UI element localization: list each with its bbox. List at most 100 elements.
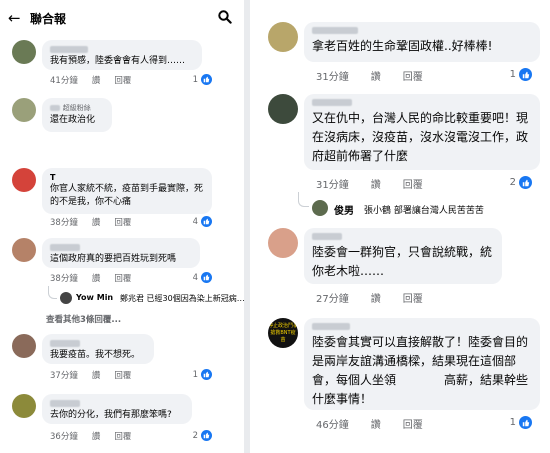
reaction-number: 1 <box>192 369 198 380</box>
reply-button[interactable]: 回覆 <box>114 216 131 228</box>
reply-author: Yow Min <box>76 293 114 302</box>
reaction-count[interactable]: 1 <box>510 416 532 429</box>
reply-button[interactable]: 回覆 <box>114 369 131 381</box>
thumbs-up-icon <box>519 416 532 429</box>
fan-badge: 超級粉絲 <box>62 104 91 112</box>
like-button[interactable]: 讚 <box>371 68 381 83</box>
comment-item: 超級粉絲 還在政治化 <box>6 98 242 142</box>
arrow-left-icon[interactable]: ← <box>8 9 24 27</box>
comment-author[interactable] <box>312 232 494 243</box>
comment-author[interactable] <box>50 338 146 349</box>
reply-button[interactable]: 回覆 <box>114 430 131 442</box>
reaction-count[interactable]: 1 <box>193 74 212 85</box>
comment-item: T 你官人家統不統，疫苗到手最實際，死的不是我，你不心痛 38分鐘 讚 回覆 4 <box>6 168 242 228</box>
thumbs-up-icon <box>519 176 532 189</box>
comment-actions: 36分鐘 讚 回覆 <box>50 430 131 442</box>
like-button[interactable]: 讚 <box>92 369 101 381</box>
comment-actions: 38分鐘 讚 回覆 <box>50 272 131 284</box>
comment-author[interactable] <box>50 242 192 253</box>
comment-bubble: 我要疫苗。我不想死。 <box>42 334 154 364</box>
view-more-replies-link[interactable]: 查看其他3條回覆... <box>46 313 121 325</box>
reply-button[interactable]: 回覆 <box>403 416 423 431</box>
reaction-count[interactable]: 1 <box>193 369 212 380</box>
thumbs-up-icon <box>201 272 212 283</box>
reaction-count[interactable]: 1 <box>510 68 532 81</box>
comment-text: 我有預感，陸委會會有人得到…… <box>50 56 186 66</box>
top-bar: ← 聯合報 <box>0 0 244 36</box>
reply-button[interactable]: 回覆 <box>114 74 131 86</box>
avatar[interactable] <box>268 228 298 258</box>
reply-button[interactable]: 回覆 <box>114 272 131 284</box>
avatar <box>312 200 328 216</box>
avatar[interactable] <box>12 238 36 262</box>
comment-item: 去你的分化，我們有那麼笨嗎? 36分鐘 讚 回覆 2 <box>6 394 242 444</box>
comment-item: 停止政治鬥爭 搶救BNT疫苗 陸委會其實可以直接解散了！陸委會目的是兩岸友誼溝通… <box>256 318 546 434</box>
like-button[interactable]: 讚 <box>92 216 101 228</box>
right-screenshot: 拿老百姓的生命鞏固政權..好棒棒! 31分鐘 讚 回覆 1 又在仇中，台灣人民的… <box>250 0 550 453</box>
comment-actions: 31分鐘 讚 回覆 <box>316 176 423 191</box>
comment-time: 31分鐘 <box>316 72 349 83</box>
comment-item: 我要疫苗。我不想死。 37分鐘 讚 回覆 1 <box>6 334 242 381</box>
thumbs-up-icon <box>201 74 212 85</box>
reaction-number: 4 <box>192 216 198 227</box>
comment-author[interactable] <box>312 98 532 109</box>
comment-author[interactable]: T <box>50 172 204 183</box>
like-button[interactable]: 讚 <box>371 290 381 305</box>
comment-time: 31分鐘 <box>316 180 349 191</box>
comment-time: 36分鐘 <box>50 432 78 442</box>
reply-preview[interactable]: 俊男 張小鶴 部署讓台灣人民苦苦苦 <box>298 192 548 218</box>
reaction-number: 2 <box>509 177 516 188</box>
comment-bubble: 超級粉絲 還在政治化 <box>42 98 112 132</box>
comment-actions: 38分鐘 讚 回覆 <box>50 216 131 228</box>
comment-bubble: 我有預感，陸委會會有人得到…… <box>42 40 202 70</box>
search-icon[interactable] <box>218 10 232 24</box>
comment-time: 27分鐘 <box>316 294 349 305</box>
left-screenshot: ← 聯合報 我有預感，陸委會會有人得到…… 41分鐘 讚 回覆 1 超級粉絲 還… <box>0 0 244 453</box>
avatar[interactable] <box>12 168 36 192</box>
avatar[interactable] <box>268 94 298 124</box>
comment-actions: 46分鐘 讚 回覆 <box>316 416 423 431</box>
comment-author[interactable] <box>312 26 532 37</box>
avatar[interactable] <box>268 22 298 52</box>
reply-button[interactable]: 回覆 <box>403 68 423 83</box>
comment-bubble: 陸委會一群狗官，只會說統戰，統你老木啦…… <box>304 228 502 284</box>
comment-item: 陸委會一群狗官，只會說統戰，統你老木啦…… 27分鐘 讚 回覆 <box>256 228 546 310</box>
comment-text: 你官人家統不統，疫苗到手最實際，死的不是我，你不心痛 <box>50 184 204 207</box>
like-button[interactable]: 讚 <box>92 430 101 442</box>
reply-preview[interactable]: Yow Min 鄭兆君 已經30個因為染上新冠病… <box>48 286 244 306</box>
reply-text: 鄭兆君 已經30個因為染上新冠病… <box>120 294 244 303</box>
avatar[interactable] <box>12 40 36 64</box>
avatar[interactable] <box>12 334 36 358</box>
avatar <box>60 292 72 304</box>
reply-button[interactable]: 回覆 <box>403 176 423 191</box>
avatar[interactable] <box>12 98 36 122</box>
comment-author[interactable] <box>50 44 194 55</box>
like-button[interactable]: 讚 <box>371 176 381 191</box>
reaction-number: 4 <box>192 272 198 283</box>
comment-author[interactable]: 超級粉絲 <box>50 102 104 114</box>
comment-text: 這個政府真的要把百姓玩到死嗎 <box>50 254 177 264</box>
reply-text: 張小鶴 部署讓台灣人民苦苦苦 <box>364 206 484 216</box>
like-button[interactable]: 讚 <box>92 272 101 284</box>
comment-time: 41分鐘 <box>50 76 78 86</box>
comment-author[interactable] <box>312 322 532 333</box>
comment-bubble: 拿老百姓的生命鞏固政權..好棒棒! <box>304 22 540 62</box>
comment-actions: 37分鐘 讚 回覆 <box>50 369 131 381</box>
comment-bubble: 又在仇中，台灣人民的命比較重要吧！現在沒病床，沒疫苗，沒水沒電沒工作，政府超前佈… <box>304 94 540 170</box>
reply-button[interactable]: 回覆 <box>403 290 423 305</box>
comment-text: 陸委會一群狗官，只會說統戰，統你老木啦…… <box>312 245 493 278</box>
reaction-count[interactable]: 2 <box>193 430 212 441</box>
avatar[interactable]: 停止政治鬥爭 搶救BNT疫苗 <box>268 318 298 348</box>
thumbs-up-icon <box>201 369 212 380</box>
reaction-count[interactable]: 2 <box>510 176 532 189</box>
thumbs-up-icon <box>201 216 212 227</box>
comment-bubble: 陸委會其實可以直接解散了！陸委會目的是兩岸友誼溝通橋樑，結果現在這個部會，每個人… <box>304 318 540 410</box>
avatar[interactable] <box>12 394 36 418</box>
like-button[interactable]: 讚 <box>92 74 101 86</box>
like-button[interactable]: 讚 <box>371 416 381 431</box>
comment-author[interactable] <box>50 398 184 409</box>
reaction-count[interactable]: 4 <box>193 216 212 227</box>
comment-item: 拿老百姓的生命鞏固政權..好棒棒! 31分鐘 讚 回覆 1 <box>256 22 546 84</box>
comment-actions: 27分鐘 讚 回覆 <box>316 290 423 305</box>
reaction-count[interactable]: 4 <box>193 272 212 283</box>
